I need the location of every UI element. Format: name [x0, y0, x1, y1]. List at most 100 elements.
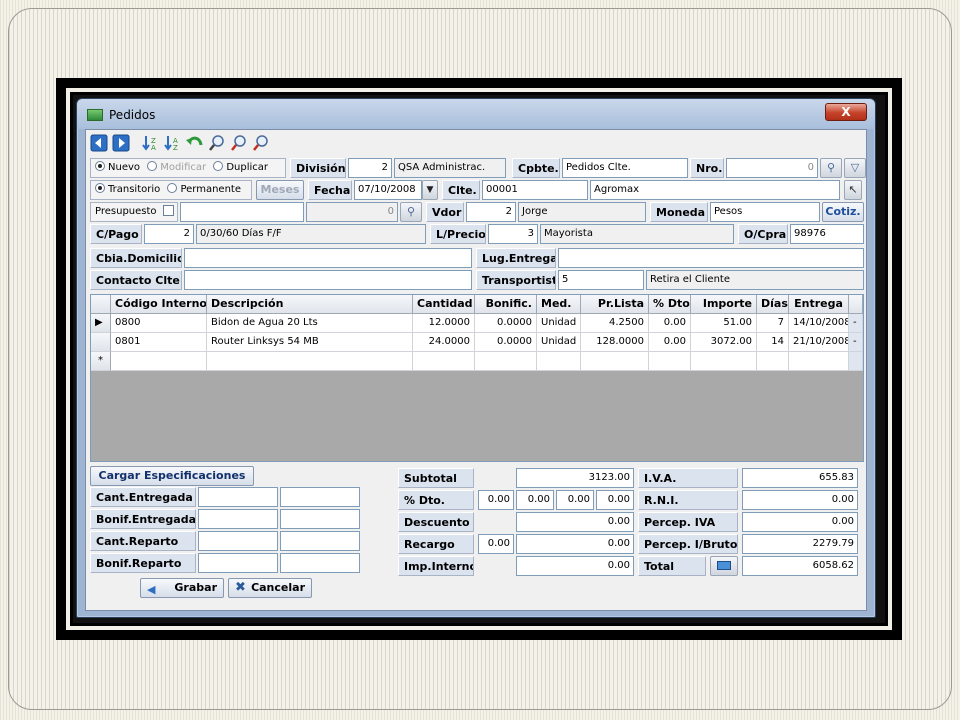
cotiz-button[interactable]: Cotiz.: [822, 202, 864, 222]
cell-extra-button[interactable]: -: [849, 314, 863, 333]
cant-reparto-input-1[interactable]: [198, 531, 278, 551]
dto-input-2[interactable]: 0.00: [516, 490, 554, 510]
calculator-button[interactable]: [710, 556, 738, 576]
cell-importe[interactable]: 3072.00: [691, 333, 757, 352]
cell-descripcion[interactable]: [207, 352, 413, 371]
radio-permanente[interactable]: Permanente: [163, 183, 241, 195]
lprecio-code-input[interactable]: 3: [488, 224, 538, 244]
radio-nuevo-dot[interactable]: [95, 161, 105, 171]
radio-duplicar-dot[interactable]: [213, 161, 224, 171]
cell-dias[interactable]: [757, 352, 789, 371]
cell-codigo[interactable]: 0800: [111, 314, 207, 333]
bonif-reparto-input-2[interactable]: [280, 553, 360, 573]
cbia-domicilio-input[interactable]: [184, 248, 472, 268]
cell-bonific[interactable]: 0.0000: [475, 314, 537, 333]
cell-codigo[interactable]: [111, 352, 207, 371]
sort-desc-icon[interactable]: AZ: [164, 134, 182, 152]
cell-prlista[interactable]: [581, 352, 649, 371]
find-prev-icon[interactable]: [252, 134, 270, 152]
cell-descripcion[interactable]: Bidon de Agua 20 Lts: [207, 314, 413, 333]
fecha-input[interactable]: 07/10/2008: [354, 180, 422, 200]
cant-reparto-input-2[interactable]: [280, 531, 360, 551]
bonif-reparto-input-1[interactable]: [198, 553, 278, 573]
cancelar-button[interactable]: ✖ Cancelar: [228, 578, 312, 598]
table-row[interactable]: ▶ 0800 Bidon de Agua 20 Lts 12.0000 0.00…: [91, 314, 863, 333]
cell-cantidad[interactable]: 24.0000: [413, 333, 475, 352]
cell-dias[interactable]: 14: [757, 333, 789, 352]
row-indicator[interactable]: [91, 333, 111, 352]
col-prlista[interactable]: Pr.Lista: [581, 295, 649, 314]
cell-prlista[interactable]: 128.0000: [581, 333, 649, 352]
close-button[interactable]: X: [825, 103, 867, 121]
arrow-left-icon[interactable]: [90, 134, 108, 152]
moneda-input[interactable]: Pesos: [710, 202, 820, 222]
cell-cantidad[interactable]: [413, 352, 475, 371]
col-entrega[interactable]: Entrega: [789, 295, 849, 314]
bonif-entregada-input-2[interactable]: [280, 509, 360, 529]
lug-entrega-input[interactable]: [558, 248, 864, 268]
bonif-entregada-input-1[interactable]: [198, 509, 278, 529]
cant-entregada-input-2[interactable]: [280, 487, 360, 507]
vdor-code-input[interactable]: 2: [466, 202, 516, 222]
row-indicator[interactable]: ▶: [91, 314, 111, 333]
col-codigo[interactable]: Código Interno: [111, 295, 207, 314]
cell-med[interactable]: [537, 352, 581, 371]
division-code-input[interactable]: 2: [348, 158, 392, 178]
undo-icon[interactable]: [186, 134, 204, 152]
sort-asc-icon[interactable]: ZA: [142, 134, 160, 152]
title-bar[interactable]: Pedidos X: [77, 99, 875, 129]
cell-importe[interactable]: [691, 352, 757, 371]
cell-prlista[interactable]: 4.2500: [581, 314, 649, 333]
transportista-code-input[interactable]: 5: [558, 270, 644, 290]
cell-entrega[interactable]: 14/10/2008: [789, 314, 849, 333]
items-grid[interactable]: Código Interno Descripción Cantidad Boni…: [90, 294, 864, 462]
presupuesto-checkbox-group[interactable]: Presupuesto: [90, 202, 178, 222]
arrow-right-icon[interactable]: [112, 134, 130, 152]
clte-name-field[interactable]: Agromax: [590, 180, 840, 200]
radio-nuevo[interactable]: Nuevo: [91, 161, 140, 173]
cell-entrega[interactable]: [789, 352, 849, 371]
radio-transitorio-dot[interactable]: [95, 183, 105, 193]
fecha-dropdown-button[interactable]: ▼: [422, 180, 438, 200]
cpago-code-input[interactable]: 2: [144, 224, 194, 244]
radio-duplicar[interactable]: Duplicar: [209, 161, 268, 173]
cell-dto[interactable]: 0.00: [649, 314, 691, 333]
cell-entrega[interactable]: 21/10/2008: [789, 333, 849, 352]
col-dias[interactable]: Días: [757, 295, 789, 314]
cell-descripcion[interactable]: Router Linksys 54 MB: [207, 333, 413, 352]
filter-button[interactable]: ▽: [844, 158, 866, 178]
col-dto[interactable]: % Dto.: [649, 295, 691, 314]
cell-importe[interactable]: 51.00: [691, 314, 757, 333]
table-row[interactable]: 0801 Router Linksys 54 MB 24.0000 0.0000…: [91, 333, 863, 352]
col-cantidad[interactable]: Cantidad: [413, 295, 475, 314]
search-icon[interactable]: [208, 134, 226, 152]
grabar-button[interactable]: ◀ Grabar: [140, 578, 224, 598]
cell-cantidad[interactable]: 12.0000: [413, 314, 475, 333]
nro-input[interactable]: 0: [726, 158, 818, 178]
cell-dto[interactable]: [649, 352, 691, 371]
clte-select-button[interactable]: ↖: [844, 180, 862, 200]
recargo-pct-input[interactable]: 0.00: [478, 534, 514, 554]
presupuesto-checkbox[interactable]: [162, 205, 174, 216]
contacto-clte-input[interactable]: [184, 270, 472, 290]
new-row[interactable]: *: [91, 352, 863, 371]
col-med[interactable]: Med.: [537, 295, 581, 314]
radio-permanente-dot[interactable]: [167, 183, 178, 193]
cell-bonific[interactable]: 0.0000: [475, 333, 537, 352]
cell-codigo[interactable]: 0801: [111, 333, 207, 352]
col-importe[interactable]: Importe: [691, 295, 757, 314]
presupuesto-input[interactable]: [180, 202, 304, 222]
nro-search-button[interactable]: ⚲: [820, 158, 842, 178]
cell-dias[interactable]: 7: [757, 314, 789, 333]
radio-transitorio[interactable]: Transitorio: [91, 183, 160, 195]
presupuesto-search-button[interactable]: ⚲: [400, 202, 422, 222]
cell-extra-button[interactable]: -: [849, 333, 863, 352]
dto-input-1[interactable]: 0.00: [478, 490, 514, 510]
cpbte-input[interactable]: Pedidos Clte.: [562, 158, 688, 178]
cell-extra-button[interactable]: [849, 352, 863, 371]
clte-code-input[interactable]: 00001: [482, 180, 588, 200]
cell-dto[interactable]: 0.00: [649, 333, 691, 352]
cell-med[interactable]: Unidad: [537, 333, 581, 352]
dto-input-4[interactable]: 0.00: [596, 490, 634, 510]
ocpra-input[interactable]: 98976: [790, 224, 864, 244]
